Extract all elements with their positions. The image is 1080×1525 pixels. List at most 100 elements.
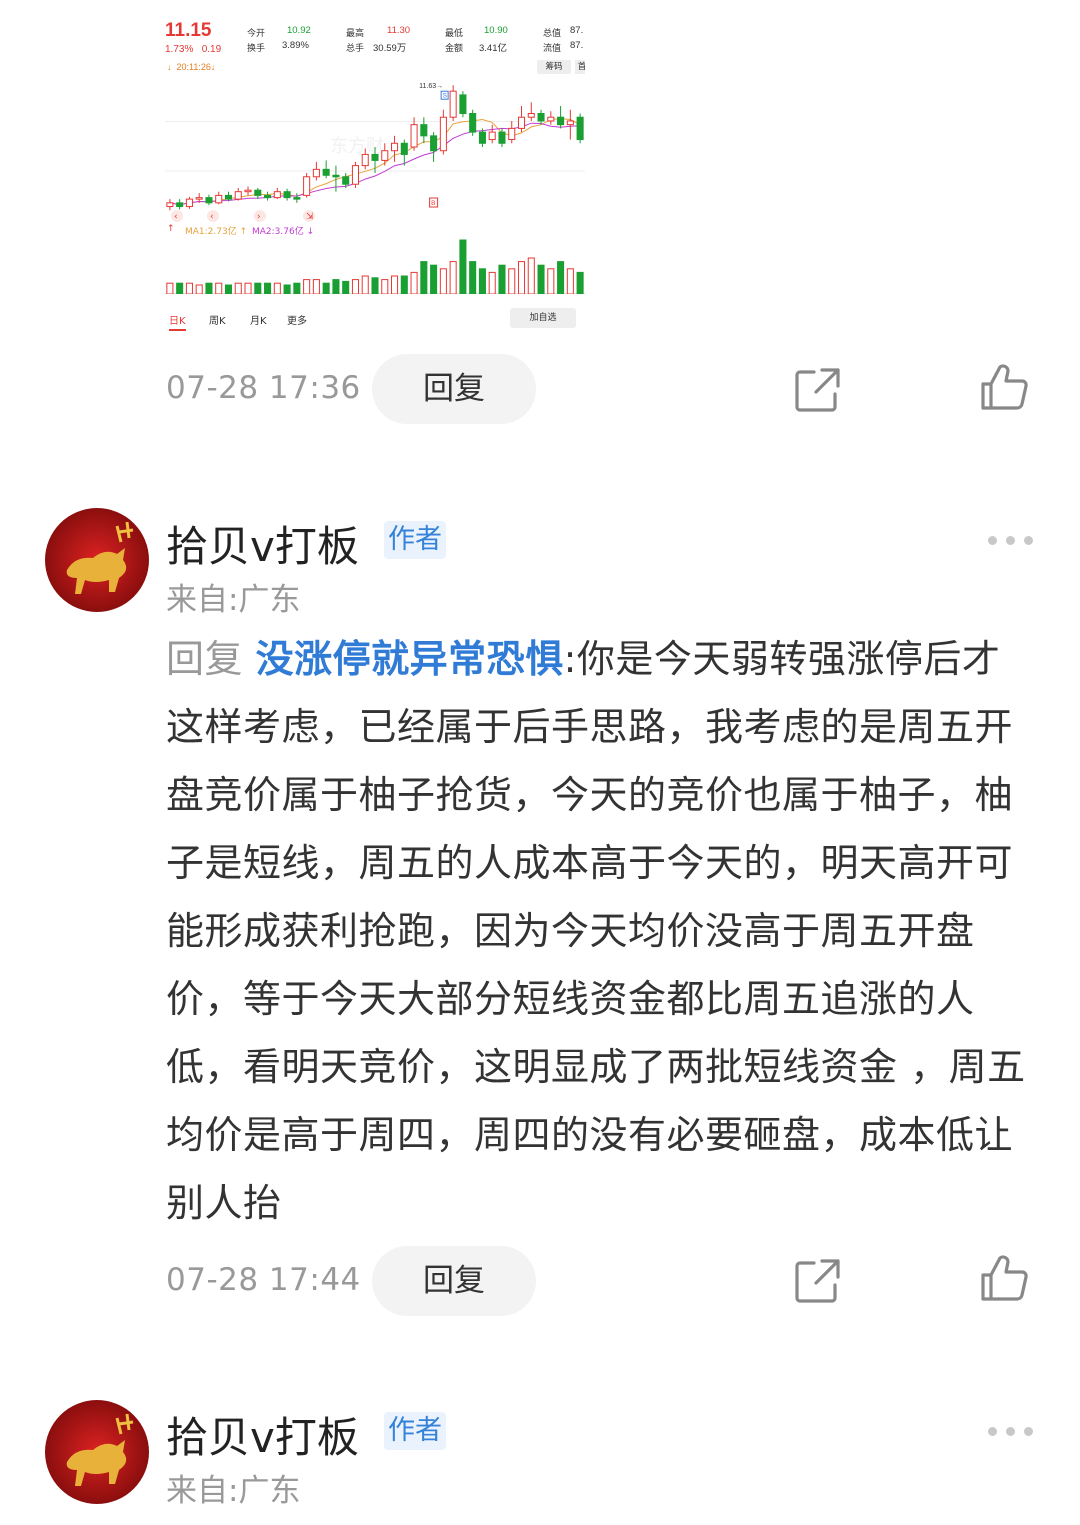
tab-day-k[interactable]: 日K xyxy=(169,312,186,331)
share-icon[interactable] xyxy=(792,1255,844,1307)
candle-body xyxy=(254,189,262,196)
volume-bar xyxy=(254,282,262,294)
candle-body xyxy=(449,90,457,118)
candle-body xyxy=(215,194,223,204)
candle-body xyxy=(312,168,320,178)
avatar[interactable] xyxy=(45,1400,149,1504)
tab-week-k[interactable]: 周K xyxy=(209,312,226,327)
thumbs-up-icon[interactable] xyxy=(978,1253,1030,1305)
tab-more[interactable]: 更多 xyxy=(287,312,307,327)
username[interactable]: 拾贝v打板 xyxy=(166,1404,359,1465)
candle-body xyxy=(498,131,506,144)
candle-body xyxy=(527,113,535,118)
volume-bar xyxy=(351,279,359,294)
buy-marker: B xyxy=(431,200,435,207)
mentioned-user-link[interactable]: 没涨停就异常恐惧 xyxy=(256,637,564,681)
comment-timestamp: 07-28 17:44 xyxy=(166,1262,361,1298)
reply-button[interactable]: 回复 xyxy=(372,354,536,424)
volume-bar xyxy=(566,268,574,294)
more-dots-icon[interactable] xyxy=(988,1425,1034,1437)
candle-body xyxy=(537,113,545,122)
volume-bar xyxy=(195,284,203,294)
quote-label: 总值 xyxy=(543,28,562,38)
volume-bar xyxy=(517,261,526,294)
volume-bar xyxy=(547,268,555,294)
reply-prefix: 回复 xyxy=(166,637,256,681)
chart-nav-glyph: ‹ xyxy=(174,212,178,222)
candle-body xyxy=(332,174,340,178)
volume-bar xyxy=(459,239,467,294)
candle-body xyxy=(224,194,233,200)
stock-price: 11.15 xyxy=(165,20,212,41)
volume-bar xyxy=(498,264,506,294)
stock-snapshot-image[interactable]: 11.15 1.73% 0.19 今开 10.92 换手 3.89% 最高 11… xyxy=(165,14,585,334)
volume-bar xyxy=(264,282,272,294)
quote-value: 10.92 xyxy=(287,25,311,36)
volume-bar xyxy=(400,275,408,294)
share-icon[interactable] xyxy=(792,364,844,416)
thumbs-up-icon[interactable] xyxy=(978,362,1030,414)
candle-body xyxy=(430,135,438,152)
candle-body xyxy=(293,197,301,200)
volume-bar xyxy=(537,264,545,294)
volume-bar xyxy=(361,275,369,294)
author-badge: 作者 xyxy=(384,521,446,559)
location-label: 来自:广东 xyxy=(166,582,301,618)
stock-change-pct: 1.73% 0.19 xyxy=(165,44,222,55)
candle-body xyxy=(557,116,565,126)
candle-body xyxy=(195,197,203,200)
add-watchlist-button[interactable]: 加自选 xyxy=(510,308,576,328)
comment-text: 你是今天弱转强涨停后才这样考虑，已经属于后手思路，我考虑的是周五开盘竞价属于柚子… xyxy=(166,637,1026,1225)
reply-button[interactable]: 回复 xyxy=(372,1246,536,1316)
volume-bar xyxy=(322,282,330,294)
volume-bar xyxy=(391,275,399,294)
candle-body xyxy=(273,191,281,199)
candle-body xyxy=(244,189,252,193)
candle-body xyxy=(176,202,184,208)
volume-bar xyxy=(410,271,418,294)
volume-bar xyxy=(332,279,340,294)
sell-marker: S xyxy=(443,93,448,100)
quote-label: 最低 xyxy=(445,28,464,38)
candle-body xyxy=(400,142,408,155)
quote-value: 11.30 xyxy=(387,25,411,36)
volume-bar xyxy=(312,279,320,294)
quote-label: 换手 xyxy=(247,43,266,53)
avatar[interactable] xyxy=(45,508,149,612)
volume-bar xyxy=(342,280,350,294)
candle-body xyxy=(264,194,272,199)
quote-value: 3.41亿 xyxy=(479,43,507,54)
candle-body xyxy=(391,142,399,152)
volume-bar xyxy=(469,261,477,294)
candle-body xyxy=(439,116,447,152)
volume-bar xyxy=(166,282,174,294)
high-price-marker: 11.63→ xyxy=(419,83,443,90)
comment-body: 回复 没涨停就异常恐惧:你是今天弱转强涨停后才这样考虑，已经属于后手思路，我考虑… xyxy=(166,625,1036,1237)
volume-bar xyxy=(449,261,457,294)
volume-bar xyxy=(488,271,496,294)
username[interactable]: 拾贝v打板 xyxy=(166,513,359,574)
tab-month-k[interactable]: 月K xyxy=(250,312,267,327)
candle-body xyxy=(361,153,369,167)
quote-label: 金额 xyxy=(445,43,464,53)
candle-body xyxy=(371,153,379,161)
volume-bar xyxy=(430,264,438,294)
quote-label: 今开 xyxy=(247,28,266,38)
volume-bar xyxy=(381,279,389,294)
volume-bar xyxy=(557,261,565,294)
candle-body xyxy=(576,116,584,141)
volume-bar xyxy=(283,284,291,294)
candle-body xyxy=(420,124,428,137)
quote-label: 总手 xyxy=(346,43,365,53)
candle-body xyxy=(322,168,330,176)
volume-bar xyxy=(205,282,213,294)
volume-bar xyxy=(185,282,193,294)
candle-body xyxy=(381,150,389,161)
volume-bar xyxy=(527,257,535,294)
quote-label: 最高 xyxy=(346,28,365,38)
candle-body xyxy=(478,131,486,144)
more-dots-icon[interactable] xyxy=(988,534,1034,546)
volume-bar xyxy=(215,282,223,294)
candle-body xyxy=(517,116,526,129)
volume-chart xyxy=(165,239,585,294)
